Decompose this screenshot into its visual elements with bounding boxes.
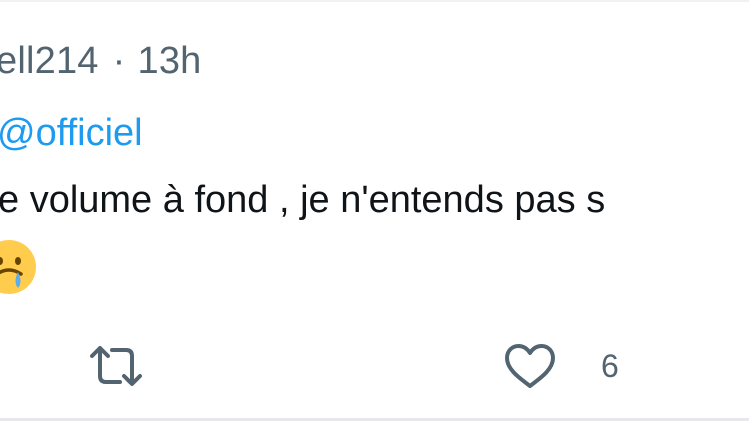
meta-separator: · — [112, 40, 126, 82]
tweet-text: e volume à fond , je n'entends pas s — [0, 179, 606, 221]
mention-link[interactable]: @officiel — [0, 110, 143, 156]
like-button[interactable]: 6 — [503, 342, 619, 390]
author-handle[interactable]: ell214 — [0, 40, 99, 82]
timestamp[interactable]: 13h — [137, 40, 201, 82]
tweet-card: ell214 · 13h @officiel e volume à fond , j… — [0, 0, 749, 421]
retweet-button[interactable] — [86, 342, 146, 390]
heart-icon — [505, 344, 555, 388]
tweet-meta: ell214 · 13h — [0, 38, 202, 84]
like-count: 6 — [601, 348, 619, 384]
retweet-icon — [90, 346, 142, 386]
face-with-tear-icon — [0, 240, 36, 294]
